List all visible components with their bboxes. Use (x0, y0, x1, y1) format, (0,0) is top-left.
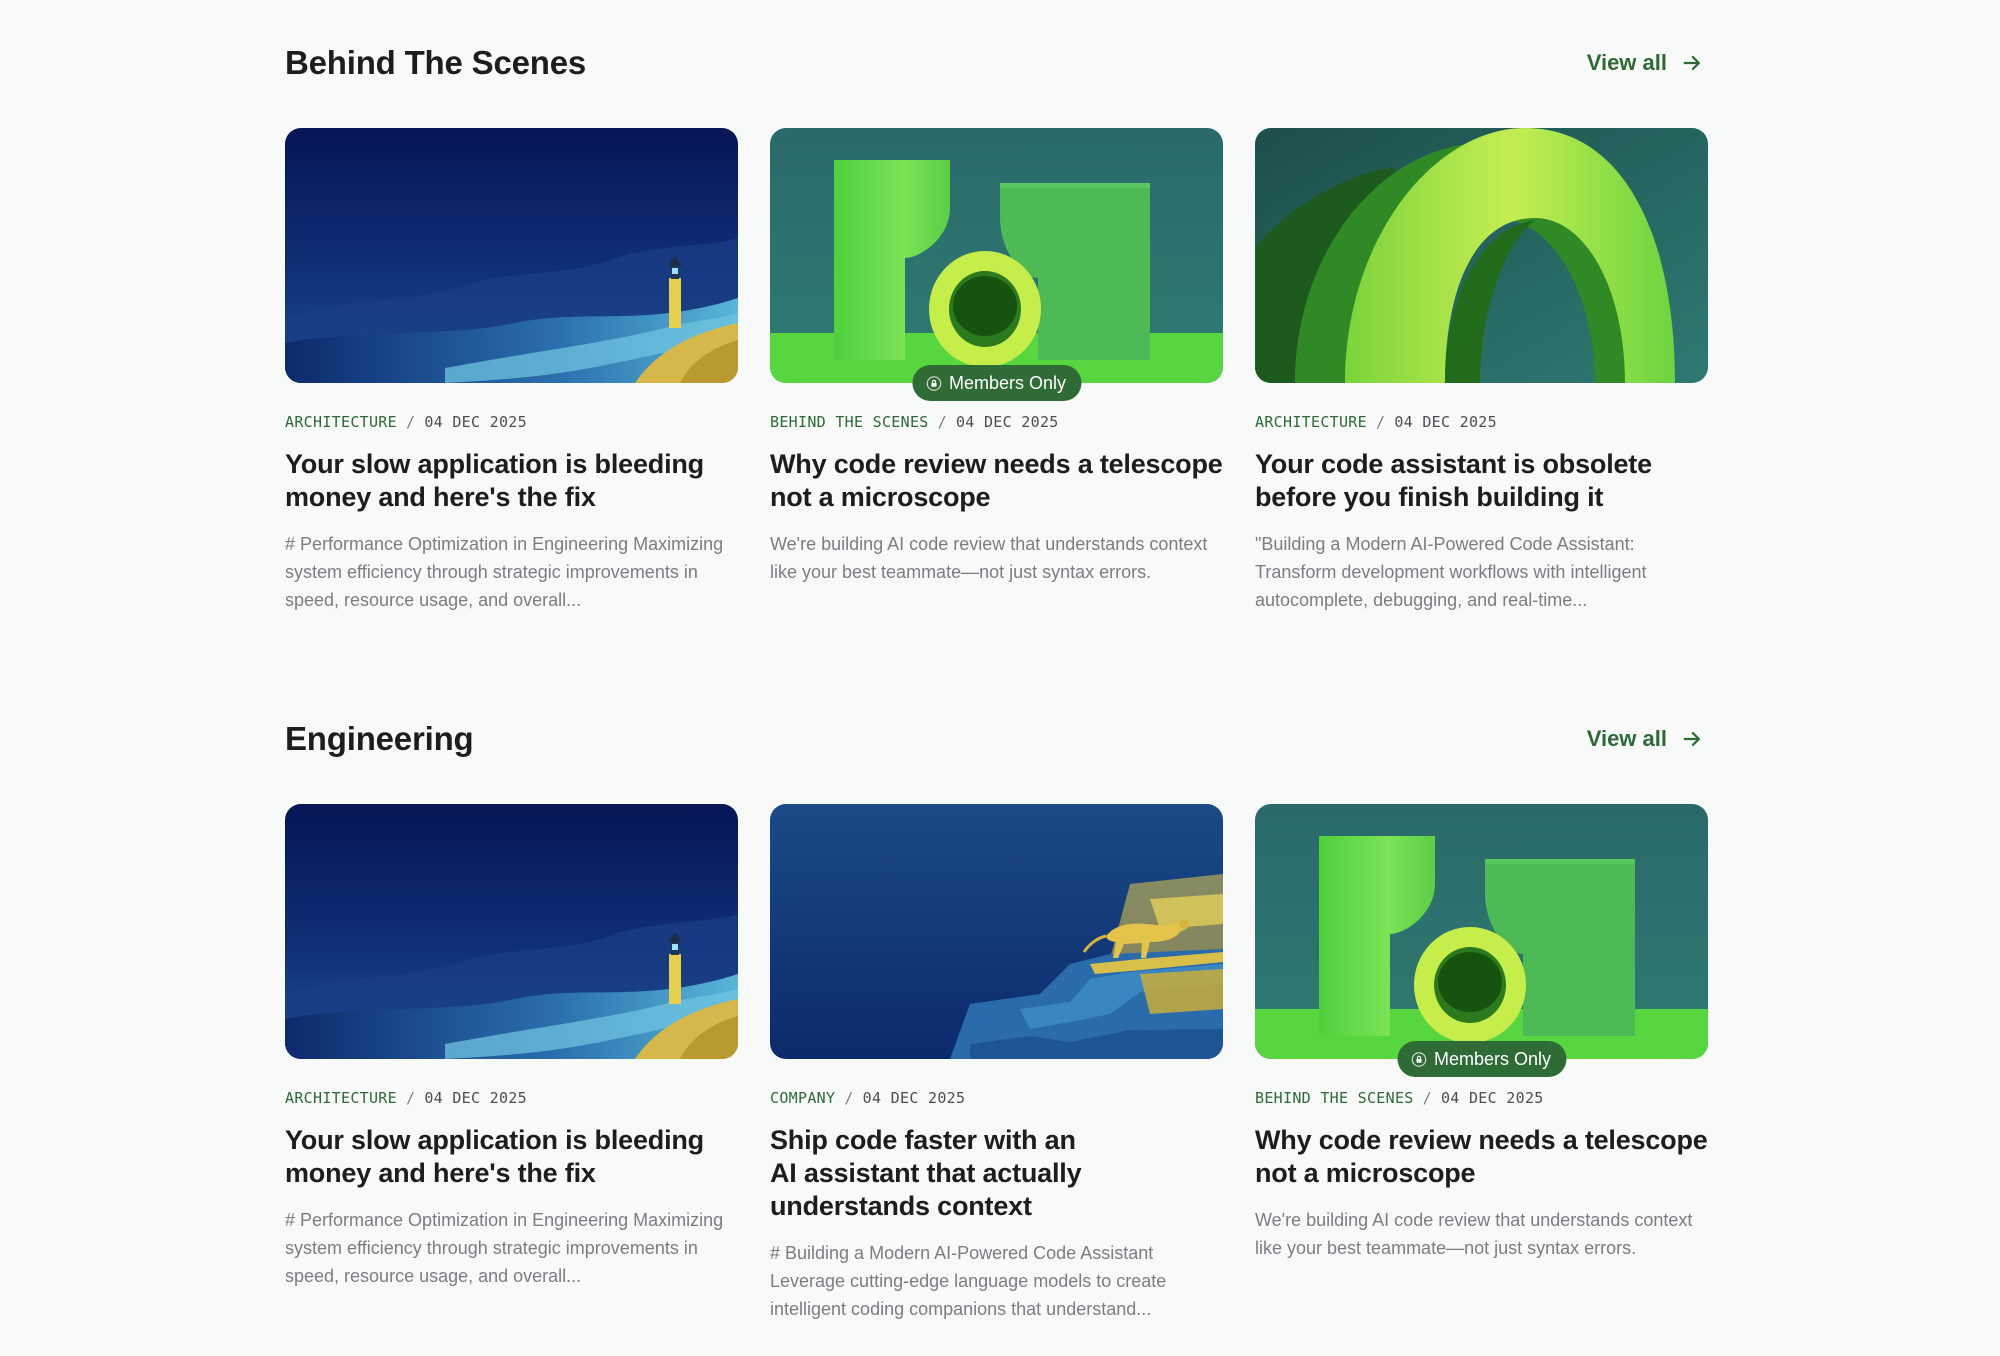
category-link[interactable]: COMPANY (770, 1089, 835, 1107)
section-header: Engineering View all (285, 676, 1708, 804)
green-telescope-illustration[interactable] (1255, 804, 1708, 1059)
view-all-label: View all (1586, 50, 1667, 75)
card-meta: BEHIND THE SCENES/04 DEC 2025 (770, 413, 1059, 431)
card-excerpt: We're building AI code review that under… (1255, 1210, 1693, 1258)
card-meta: ARCHITECTURE/04 DEC 2025 (1255, 413, 1497, 431)
card-meta: ARCHITECTURE/04 DEC 2025 (285, 413, 527, 431)
lock-icon (1411, 1052, 1426, 1067)
article-card[interactable]: ARCHITECTURE/04 DEC 2025 Your slow appli… (285, 804, 738, 1290)
category-link[interactable]: ARCHITECTURE (285, 1089, 397, 1107)
card-title[interactable]: Your slow application is bleeding money … (285, 1124, 738, 1190)
lighthouse-illustration[interactable] (285, 128, 738, 383)
card-excerpt: # Performance Optimization in Engineerin… (285, 534, 724, 610)
members-only-badge: Members Only (911, 365, 1082, 401)
green-telescope-illustration[interactable] (770, 128, 1223, 383)
article-card[interactable]: Members Only BEHIND THE SCENES/04 DEC 20… (770, 128, 1223, 586)
card-meta: BEHIND THE SCENES/04 DEC 2025 (1255, 1089, 1544, 1107)
lighthouse-illustration[interactable] (285, 804, 738, 1059)
card-grid: ARCHITECTURE/04 DEC 2025 Your slow appli… (285, 128, 1708, 668)
card-grid: ARCHITECTURE/04 DEC 2025 Your slow appli… (285, 804, 1708, 1344)
article-card[interactable]: Members Only BEHIND THE SCENES/04 DEC 20… (1255, 804, 1708, 1262)
category-link[interactable]: BEHIND THE SCENES (770, 413, 929, 431)
badge-label: Members Only (948, 372, 1067, 393)
article-card[interactable]: ARCHITECTURE/04 DEC 2025 Your slow appli… (285, 128, 738, 614)
badge-label: Members Only (1433, 1048, 1552, 1069)
section-title: Behind The Scenes (285, 44, 587, 81)
article-card[interactable]: COMPANY/04 DEC 2025 Ship code faster wit… (770, 804, 1223, 1323)
members-only-badge: Members Only (1396, 1041, 1567, 1077)
arrow-right-icon (1681, 728, 1703, 750)
publish-date: 04 DEC 2025 (424, 413, 527, 431)
publish-date: 04 DEC 2025 (1394, 413, 1497, 431)
card-excerpt: We're building AI code review that under… (770, 534, 1208, 582)
card-title[interactable]: Your code assistant is obsolete before y… (1255, 448, 1708, 514)
card-meta: ARCHITECTURE/04 DEC 2025 (285, 1089, 527, 1107)
publish-date: 04 DEC 2025 (955, 413, 1059, 431)
lock-icon (926, 376, 941, 391)
article-card[interactable]: ARCHITECTURE/04 DEC 2025 Your code assis… (1255, 128, 1708, 614)
publish-date: 04 DEC 2025 (862, 1089, 966, 1107)
publish-date: 04 DEC 2025 (1440, 1089, 1544, 1107)
category-link[interactable]: BEHIND THE SCENES (1255, 1089, 1414, 1107)
view-all-link[interactable]: View all (1587, 50, 1703, 76)
card-title[interactable]: Ship code faster with an AI assistant th… (770, 1124, 1100, 1223)
card-title[interactable]: Why code review needs a telescope not a … (1255, 1124, 1708, 1190)
card-excerpt: # Building a Modern AI-Powered Code Assi… (770, 1243, 1167, 1319)
section-behind-the-scenes: Behind The Scenes View all ARCHITECTURE /… (285, 0, 1708, 668)
view-all-label: View all (1586, 726, 1667, 751)
publish-date: 04 DEC 2025 (424, 1089, 527, 1107)
green-arch-illustration[interactable] (1255, 128, 1708, 383)
card-excerpt: "Building a Modern AI-Powered Code Assis… (1255, 534, 1647, 610)
card-meta: COMPANY/04 DEC 2025 (770, 1089, 966, 1107)
section-engineering: Engineering View all ARCHITECTURE/04 DEC… (285, 676, 1708, 1344)
section-header: Behind The Scenes View all (285, 0, 1708, 128)
view-all-link[interactable]: View all (1587, 726, 1703, 752)
category-link[interactable]: ARCHITECTURE (1255, 413, 1367, 431)
cheetah-steps-illustration[interactable] (770, 804, 1223, 1059)
card-title[interactable]: Your slow application is bleeding money … (285, 448, 738, 514)
section-title: Engineering (285, 720, 474, 757)
card-excerpt: # Performance Optimization in Engineerin… (285, 1210, 724, 1286)
category-link[interactable]: ARCHITECTURE (285, 413, 397, 431)
card-title[interactable]: Why code review needs a telescope not a … (770, 448, 1223, 514)
arrow-right-icon (1681, 52, 1703, 74)
